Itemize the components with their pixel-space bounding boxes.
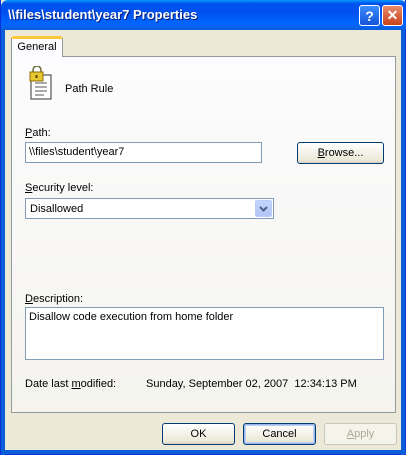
window-frame-right (401, 30, 405, 455)
dropdown-button[interactable] (255, 200, 272, 217)
path-input[interactable]: \\files\student\year7 (25, 142, 262, 163)
description-label: Description: (25, 293, 83, 305)
title-bar[interactable]: \\files\student\year7 Properties ? ✕ (1, 0, 406, 30)
date-modified-label-post: odified: (80, 378, 117, 390)
cancel-button[interactable]: Cancel (243, 423, 316, 445)
window-frame-left (1, 30, 5, 455)
path-input-value: \\files\student\year7 (29, 146, 125, 158)
ok-button-label: OK (190, 428, 207, 440)
chevron-down-icon (259, 205, 268, 212)
browse-button-accel: B (317, 147, 325, 159)
window-title: \\files\student\year7 Properties (8, 7, 198, 22)
apply-button-accel: A (346, 428, 355, 440)
description-textarea[interactable]: Disallow code execution from home folder (25, 307, 384, 360)
date-modified-label: Date last modified: (25, 378, 116, 390)
description-label-rest: escription: (32, 293, 84, 305)
close-button[interactable]: ✕ (382, 5, 403, 26)
apply-button-rest: pply (354, 428, 375, 440)
path-label: Path: (25, 127, 51, 139)
path-label-rest: ath: (32, 127, 51, 139)
browse-button-rest: rowse... (324, 147, 364, 159)
security-level-value: Disallowed (30, 203, 84, 215)
browse-button[interactable]: Browse... (297, 142, 384, 164)
security-level-label: Security level: (25, 182, 93, 194)
date-modified-label-pre: Date last (25, 378, 72, 390)
date-modified-value: Sunday, September 02, 2007 12:34:13 PM (146, 378, 357, 390)
date-modified-label-accel: m (71, 378, 81, 390)
tab-general-label: General (17, 41, 57, 53)
description-label-accel: D (25, 293, 33, 305)
tab-general[interactable]: General (11, 36, 63, 57)
cancel-button-label: Cancel (262, 428, 297, 440)
help-button[interactable]: ? (359, 5, 380, 26)
help-icon: ? (365, 7, 374, 24)
apply-button[interactable]: Apply (324, 423, 397, 445)
window-frame-bottom (1, 450, 406, 454)
security-level-select[interactable]: Disallowed (25, 198, 274, 219)
rule-type-label: Path Rule (65, 83, 114, 95)
close-icon: ✕ (386, 7, 399, 23)
description-value: Disallow code execution from home folder (29, 311, 234, 323)
path-rule-document-lock-icon (29, 66, 52, 100)
security-level-label-rest: ecurity level: (32, 182, 94, 194)
ok-button[interactable]: OK (162, 423, 235, 445)
properties-dialog: \\files\student\year7 Properties ? ✕ Gen… (0, 0, 406, 455)
